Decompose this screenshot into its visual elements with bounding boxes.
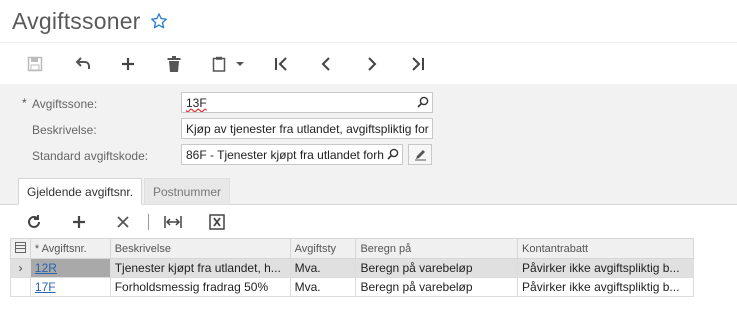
undo-button[interactable] <box>70 51 96 77</box>
refresh-icon <box>28 215 40 228</box>
grid-toolbar <box>0 206 737 236</box>
add-icon <box>73 216 85 228</box>
table-header-row: * Avgiftsnr. Beskrivelse Avgiftsty Bereg… <box>10 238 694 259</box>
main-toolbar <box>0 42 737 82</box>
favorite-star-icon[interactable] <box>150 12 168 30</box>
description-field[interactable]: Kjøp av tjenester fra utlandet, avgiftsp… <box>181 118 433 139</box>
row-indicator: › <box>10 258 31 278</box>
tab-bar: Gjeldende avgiftsnr. Postnummer <box>0 176 737 205</box>
delete-icon <box>117 216 129 228</box>
row-indicator <box>10 277 31 297</box>
zone-field[interactable]: 13F <box>181 92 433 113</box>
discount-cell[interactable]: Påvirker ikke avgiftspliktig b... <box>517 258 694 278</box>
grid-add-button[interactable] <box>68 211 90 233</box>
undo-icon <box>75 57 90 69</box>
code-link[interactable]: 12R <box>35 261 57 275</box>
last-icon <box>412 57 424 71</box>
tab-postal-codes[interactable]: Postnummer <box>144 178 231 205</box>
previous-icon <box>321 57 330 71</box>
tab-current-tax-codes[interactable]: Gjeldende avgiftsnr. <box>18 178 143 205</box>
description-row: Beskrivelse: Kjøp av tjenester fra utlan… <box>0 118 737 140</box>
column-header-description[interactable]: Beskrivelse <box>109 238 291 259</box>
description-cell[interactable]: Forholdsmessig fradrag 50% <box>109 277 291 297</box>
column-header-label: Avgiftsnr. <box>41 242 87 255</box>
search-icon[interactable] <box>387 148 399 163</box>
tax-codes-table: * Avgiftsnr. Beskrivelse Avgiftsty Bereg… <box>10 238 694 297</box>
column-header-calc[interactable]: Beregn på <box>355 238 519 259</box>
fit-columns-button[interactable] <box>162 211 184 233</box>
discount-cell[interactable]: Påvirker ikke avgiftspliktig b... <box>517 277 694 297</box>
search-icon[interactable] <box>417 96 429 111</box>
column-header-discount[interactable]: Kontantrabatt <box>517 238 694 259</box>
default-code-label: Standard avgiftskode: <box>32 149 149 163</box>
pencil-icon <box>414 150 426 161</box>
description-cell[interactable]: Tjenester kjøpt fra utlandet, h... <box>109 258 291 278</box>
page-title: Avgiftssoner <box>12 7 141 34</box>
add-icon <box>122 58 134 70</box>
export-excel-icon <box>209 214 225 230</box>
title-row: Avgiftssoner <box>12 4 168 38</box>
type-cell[interactable]: Mva. <box>289 277 357 297</box>
clipboard-icon <box>212 56 226 72</box>
next-record-button[interactable] <box>359 51 385 77</box>
description-label: Beskrivelse: <box>32 123 97 137</box>
calc-cell[interactable]: Beregn på varebeløp <box>355 277 519 297</box>
code-link[interactable]: 17F <box>35 280 56 294</box>
toolbar-divider <box>148 214 149 230</box>
export-excel-button[interactable] <box>206 211 228 233</box>
code-cell[interactable]: 17F <box>29 277 111 297</box>
edit-code-button[interactable] <box>408 144 432 165</box>
required-mark: * <box>34 242 40 255</box>
default-code-row: Standard avgiftskode: 86F - Tjenester kj… <box>0 144 737 166</box>
zone-row: * Avgiftssone: 13F <box>0 92 737 114</box>
calc-cell[interactable]: Beregn på varebeløp <box>355 258 519 278</box>
form-area: * Avgiftssone: 13F Beskrivelse: Kjøp av … <box>0 84 737 176</box>
add-button[interactable] <box>115 51 141 77</box>
description-value: Kjøp av tjenester fra utlandet, avgiftsp… <box>186 122 429 136</box>
refresh-button[interactable] <box>23 211 45 233</box>
clipboard-dropdown-button[interactable] <box>206 51 250 77</box>
save-button[interactable] <box>22 51 48 77</box>
zone-label: Avgiftssone: <box>32 97 98 111</box>
default-code-value: 86F - Tjenester kjøpt fra utlandet forh <box>186 148 384 162</box>
required-mark: * <box>22 96 27 110</box>
type-cell[interactable]: Mva. <box>289 258 357 278</box>
previous-record-button[interactable] <box>313 51 339 77</box>
columns-config-icon <box>14 241 26 253</box>
table-row[interactable]: › 12R Tjenester kjøpt fra utlandet, h...… <box>10 258 694 278</box>
grid-delete-button[interactable] <box>112 211 134 233</box>
next-icon <box>368 57 377 71</box>
column-header-type[interactable]: Avgiftsty <box>289 238 357 259</box>
chevron-down-icon <box>236 62 244 66</box>
save-icon <box>27 56 43 72</box>
first-record-button[interactable] <box>268 51 294 77</box>
row-selector-header[interactable] <box>10 238 31 259</box>
code-cell[interactable]: 12R <box>29 258 111 278</box>
column-header-code[interactable]: * Avgiftsnr. <box>29 238 111 259</box>
fit-columns-icon <box>164 216 182 228</box>
table-row[interactable]: 17F Forholdsmessig fradrag 50% Mva. Bere… <box>10 277 694 297</box>
delete-button[interactable] <box>161 51 187 77</box>
delete-icon <box>167 56 181 72</box>
last-record-button[interactable] <box>405 51 431 77</box>
first-icon <box>275 57 287 71</box>
page: Avgiftssoner * Avgiftssone: 13F Beskrive… <box>0 0 737 322</box>
zone-value: 13F <box>186 96 207 110</box>
default-code-field[interactable]: 86F - Tjenester kjøpt fra utlandet forh <box>181 144 403 165</box>
